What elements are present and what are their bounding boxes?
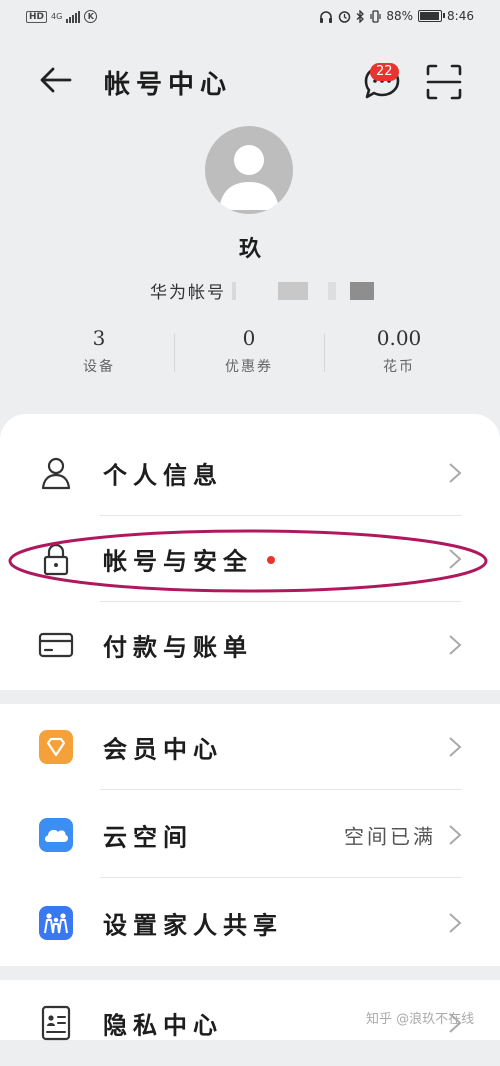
stat-label: 设备 xyxy=(83,359,115,375)
headphones-icon xyxy=(320,10,333,23)
chevron-right-icon xyxy=(449,635,462,655)
back-arrow-icon[interactable] xyxy=(38,62,74,98)
clock: 8:46 xyxy=(447,9,474,23)
stat-label: 优惠券 xyxy=(225,359,273,375)
cloud-status: 空间已满 xyxy=(344,824,436,849)
nickname: 玖 xyxy=(238,236,261,262)
notification-badge: 22 xyxy=(370,63,399,81)
menu-label: 设置家人共享 xyxy=(103,910,283,940)
stat-label: 花币 xyxy=(383,359,415,375)
avatar[interactable] xyxy=(205,126,293,214)
blurred-account-id xyxy=(350,281,374,300)
network-type: 4G xyxy=(51,12,63,21)
cloud-icon xyxy=(39,818,73,852)
divider xyxy=(100,789,462,790)
battery-icon xyxy=(418,10,446,22)
menu-label: 会员中心 xyxy=(103,734,223,764)
page-title: 帐号中心 xyxy=(104,70,233,100)
alarm-icon xyxy=(339,10,351,23)
battery-fill xyxy=(420,12,439,20)
blurred-account-id xyxy=(232,281,236,300)
status-left: HD 4G K xyxy=(26,10,98,23)
id-card-icon xyxy=(41,1005,71,1041)
family-icon xyxy=(39,906,73,940)
menu-label: 云空间 xyxy=(103,822,193,852)
stat-value: 3 xyxy=(92,326,106,350)
stat-devices[interactable]: 3 设备 xyxy=(24,326,174,376)
avatar-person-icon xyxy=(219,145,279,210)
stats-bar: 3 设备 0 优惠券 0.00 花币 xyxy=(0,326,500,384)
hd-indicator: HD xyxy=(26,10,48,23)
menu-item-family-share[interactable]: 设置家人共享 xyxy=(0,880,500,966)
account-label: 华为帐号 xyxy=(150,283,226,303)
menu-item-cloud[interactable]: 云空间 空间已满 xyxy=(0,792,500,878)
menu-label: 付款与账单 xyxy=(103,632,253,662)
chevron-right-icon xyxy=(449,913,462,933)
menu-item-membership[interactable]: 会员中心 xyxy=(0,704,500,790)
menu-item-personal-info[interactable]: 个人信息 xyxy=(0,430,500,516)
services-menu-card: 会员中心 云空间 空间已满 设置家人共享 xyxy=(0,704,500,966)
signal-icon xyxy=(66,10,81,23)
stat-coupons[interactable]: 0 优惠券 xyxy=(174,326,324,376)
scan-icon[interactable] xyxy=(426,64,462,100)
bluetooth-icon xyxy=(356,9,365,23)
watermark: 知乎 @浪玖不在线 xyxy=(366,1012,475,1027)
menu-label: 个人信息 xyxy=(103,460,223,490)
account-id-row[interactable]: 华为帐号 xyxy=(150,278,374,303)
chevron-right-icon xyxy=(449,737,462,757)
chevron-right-icon xyxy=(449,825,462,845)
battery-percent: 88% xyxy=(386,9,414,23)
blurred-account-id xyxy=(328,281,336,300)
status-right: 88% 8:46 xyxy=(319,9,474,23)
chevron-right-icon xyxy=(449,463,462,483)
stat-value: 0.00 xyxy=(376,326,422,350)
stat-value: 0 xyxy=(242,326,256,350)
blurred-account-id xyxy=(278,281,308,300)
k-icon: K xyxy=(84,10,98,23)
menu-label: 隐私中心 xyxy=(103,1010,223,1040)
menu-item-payment[interactable]: 付款与账单 xyxy=(0,602,500,688)
person-icon xyxy=(41,457,71,490)
stat-huawei-coins[interactable]: 0.00 花币 xyxy=(324,326,474,376)
divider xyxy=(100,877,462,878)
vibrate-icon xyxy=(370,9,381,23)
highlight-ellipse xyxy=(8,529,488,593)
card-icon xyxy=(38,632,74,658)
diamond-icon xyxy=(39,730,73,764)
status-bar: HD 4G K 88% 8:46 xyxy=(0,0,500,36)
